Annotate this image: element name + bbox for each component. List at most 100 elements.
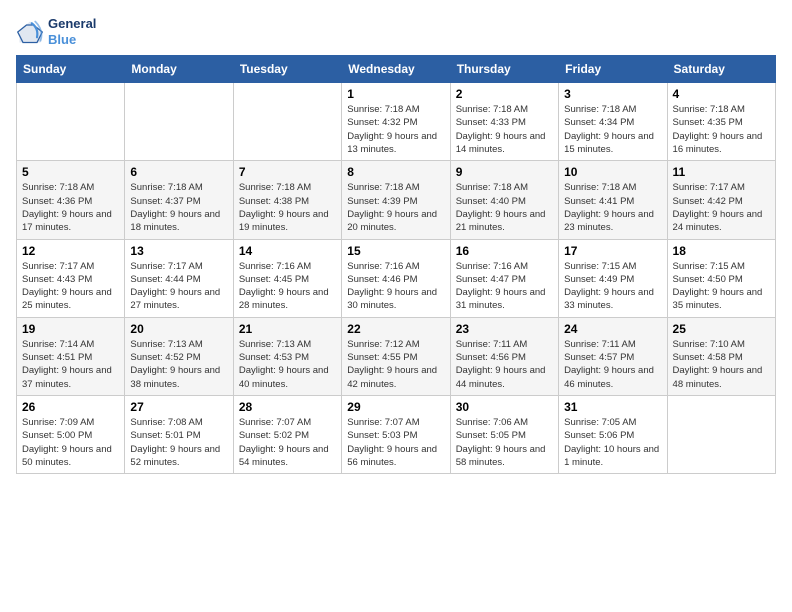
day-number: 29 [347,400,444,414]
day-cell: 25 Sunrise: 7:10 AM Sunset: 4:58 PM Dayli… [667,317,775,395]
week-row-3: 12 Sunrise: 7:17 AM Sunset: 4:43 PM Dayli… [17,239,776,317]
day-number: 9 [456,165,553,179]
day-number: 25 [673,322,770,336]
day-cell: 8Sunrise: 7:18 AM Sunset: 4:39 PM Daylig… [342,161,450,239]
day-info: Sunrise: 7:17 AM Sunset: 4:42 PM Dayligh… [673,181,770,234]
day-info: Sunrise: 7:18 AM Sunset: 4:34 PM Dayligh… [564,103,661,156]
weekday-header-monday: Monday [125,56,233,83]
day-cell: 17 Sunrise: 7:15 AM Sunset: 4:49 PM Dayli… [559,239,667,317]
day-number: 14 [239,244,336,258]
day-number: 19 [22,322,119,336]
day-info: Sunrise: 7:08 AM Sunset: 5:01 PM Dayligh… [130,416,227,469]
day-info: Sunrise: 7:11 AM Sunset: 4:57 PM Dayligh… [564,338,661,391]
day-info: Sunrise: 7:16 AM Sunset: 4:45 PM Dayligh… [239,260,336,313]
day-number: 31 [564,400,661,414]
day-number: 26 [22,400,119,414]
day-info: Sunrise: 7:07 AM Sunset: 5:03 PM Dayligh… [347,416,444,469]
day-number: 21 [239,322,336,336]
day-cell: 7 Sunrise: 7:18 AM Sunset: 4:38 PM Daylig… [233,161,341,239]
day-cell: 18 Sunrise: 7:15 AM Sunset: 4:50 PM Dayli… [667,239,775,317]
day-number: 22 [347,322,444,336]
day-info: Sunrise: 7:16 AM Sunset: 4:46 PM Dayligh… [347,260,444,313]
day-number: 1 [347,87,444,101]
day-cell [17,83,125,161]
day-cell [233,83,341,161]
day-number: 4 [673,87,770,101]
day-cell: 30 Sunrise: 7:06 AM Sunset: 5:05 PM Dayli… [450,395,558,473]
day-info: Sunrise: 7:18 AM Sunset: 4:33 PM Dayligh… [456,103,553,156]
day-info: Sunrise: 7:05 AM Sunset: 5:06 PM Dayligh… [564,416,661,469]
week-row-4: 19 Sunrise: 7:14 AM Sunset: 4:51 PM Dayli… [17,317,776,395]
day-cell: 29 Sunrise: 7:07 AM Sunset: 5:03 PM Dayli… [342,395,450,473]
day-cell: 26Sunrise: 7:09 AM Sunset: 5:00 PM Dayli… [17,395,125,473]
page-header: General Blue [16,16,776,47]
day-cell: 31 Sunrise: 7:05 AM Sunset: 5:06 PM Dayli… [559,395,667,473]
day-info: Sunrise: 7:16 AM Sunset: 4:47 PM Dayligh… [456,260,553,313]
day-info: Sunrise: 7:14 AM Sunset: 4:51 PM Dayligh… [22,338,119,391]
day-number: 11 [673,165,770,179]
weekday-header-row: SundayMondayTuesdayWednesdayThursdayFrid… [17,56,776,83]
weekday-header-saturday: Saturday [667,56,775,83]
day-cell: 9 Sunrise: 7:18 AM Sunset: 4:40 PM Daylig… [450,161,558,239]
day-number: 7 [239,165,336,179]
day-cell: 11 Sunrise: 7:17 AM Sunset: 4:42 PM Dayli… [667,161,775,239]
day-number: 6 [130,165,227,179]
day-cell: 13 Sunrise: 7:17 AM Sunset: 4:44 PM Dayli… [125,239,233,317]
day-cell: 20Sunrise: 7:13 AM Sunset: 4:52 PM Dayli… [125,317,233,395]
day-info: Sunrise: 7:18 AM Sunset: 4:38 PM Dayligh… [239,181,336,234]
day-cell: 4 Sunrise: 7:18 AM Sunset: 4:35 PM Daylig… [667,83,775,161]
calendar-table: SundayMondayTuesdayWednesdayThursdayFrid… [16,55,776,474]
day-cell: 21 Sunrise: 7:13 AM Sunset: 4:53 PM Dayli… [233,317,341,395]
day-cell: 27Sunrise: 7:08 AM Sunset: 5:01 PM Dayli… [125,395,233,473]
day-info: Sunrise: 7:15 AM Sunset: 4:49 PM Dayligh… [564,260,661,313]
day-cell: 6Sunrise: 7:18 AM Sunset: 4:37 PM Daylig… [125,161,233,239]
weekday-header-thursday: Thursday [450,56,558,83]
day-info: Sunrise: 7:17 AM Sunset: 4:43 PM Dayligh… [22,260,119,313]
day-info: Sunrise: 7:10 AM Sunset: 4:58 PM Dayligh… [673,338,770,391]
day-cell: 22 Sunrise: 7:12 AM Sunset: 4:55 PM Dayli… [342,317,450,395]
day-cell: 16 Sunrise: 7:16 AM Sunset: 4:47 PM Dayli… [450,239,558,317]
day-cell: 2Sunrise: 7:18 AM Sunset: 4:33 PM Daylig… [450,83,558,161]
day-info: Sunrise: 7:18 AM Sunset: 4:35 PM Dayligh… [673,103,770,156]
day-info: Sunrise: 7:15 AM Sunset: 4:50 PM Dayligh… [673,260,770,313]
day-info: Sunrise: 7:18 AM Sunset: 4:39 PM Dayligh… [347,181,444,234]
day-info: Sunrise: 7:18 AM Sunset: 4:40 PM Dayligh… [456,181,553,234]
day-number: 5 [22,165,119,179]
day-info: Sunrise: 7:17 AM Sunset: 4:44 PM Dayligh… [130,260,227,313]
day-cell: 10 Sunrise: 7:18 AM Sunset: 4:41 PM Dayli… [559,161,667,239]
week-row-2: 5 Sunrise: 7:18 AM Sunset: 4:36 PM Daylig… [17,161,776,239]
weekday-header-sunday: Sunday [17,56,125,83]
day-number: 10 [564,165,661,179]
weekday-header-wednesday: Wednesday [342,56,450,83]
day-cell: 28Sunrise: 7:07 AM Sunset: 5:02 PM Dayli… [233,395,341,473]
day-info: Sunrise: 7:12 AM Sunset: 4:55 PM Dayligh… [347,338,444,391]
day-info: Sunrise: 7:13 AM Sunset: 4:53 PM Dayligh… [239,338,336,391]
day-number: 17 [564,244,661,258]
day-info: Sunrise: 7:06 AM Sunset: 5:05 PM Dayligh… [456,416,553,469]
day-info: Sunrise: 7:18 AM Sunset: 4:32 PM Dayligh… [347,103,444,156]
logo: General Blue [16,16,96,47]
logo-text: General Blue [48,16,96,47]
day-info: Sunrise: 7:18 AM Sunset: 4:41 PM Dayligh… [564,181,661,234]
week-row-5: 26Sunrise: 7:09 AM Sunset: 5:00 PM Dayli… [17,395,776,473]
day-cell [125,83,233,161]
day-number: 28 [239,400,336,414]
day-cell: 3 Sunrise: 7:18 AM Sunset: 4:34 PM Daylig… [559,83,667,161]
day-number: 30 [456,400,553,414]
weekday-header-friday: Friday [559,56,667,83]
day-cell: 12 Sunrise: 7:17 AM Sunset: 4:43 PM Dayli… [17,239,125,317]
week-row-1: 1 Sunrise: 7:18 AM Sunset: 4:32 PM Daylig… [17,83,776,161]
day-info: Sunrise: 7:18 AM Sunset: 4:36 PM Dayligh… [22,181,119,234]
logo-icon [16,18,44,46]
day-number: 13 [130,244,227,258]
day-cell [667,395,775,473]
day-number: 15 [347,244,444,258]
day-number: 16 [456,244,553,258]
day-cell: 1 Sunrise: 7:18 AM Sunset: 4:32 PM Daylig… [342,83,450,161]
day-cell: 24Sunrise: 7:11 AM Sunset: 4:57 PM Dayli… [559,317,667,395]
day-number: 23 [456,322,553,336]
day-number: 12 [22,244,119,258]
day-number: 18 [673,244,770,258]
weekday-header-tuesday: Tuesday [233,56,341,83]
day-number: 3 [564,87,661,101]
